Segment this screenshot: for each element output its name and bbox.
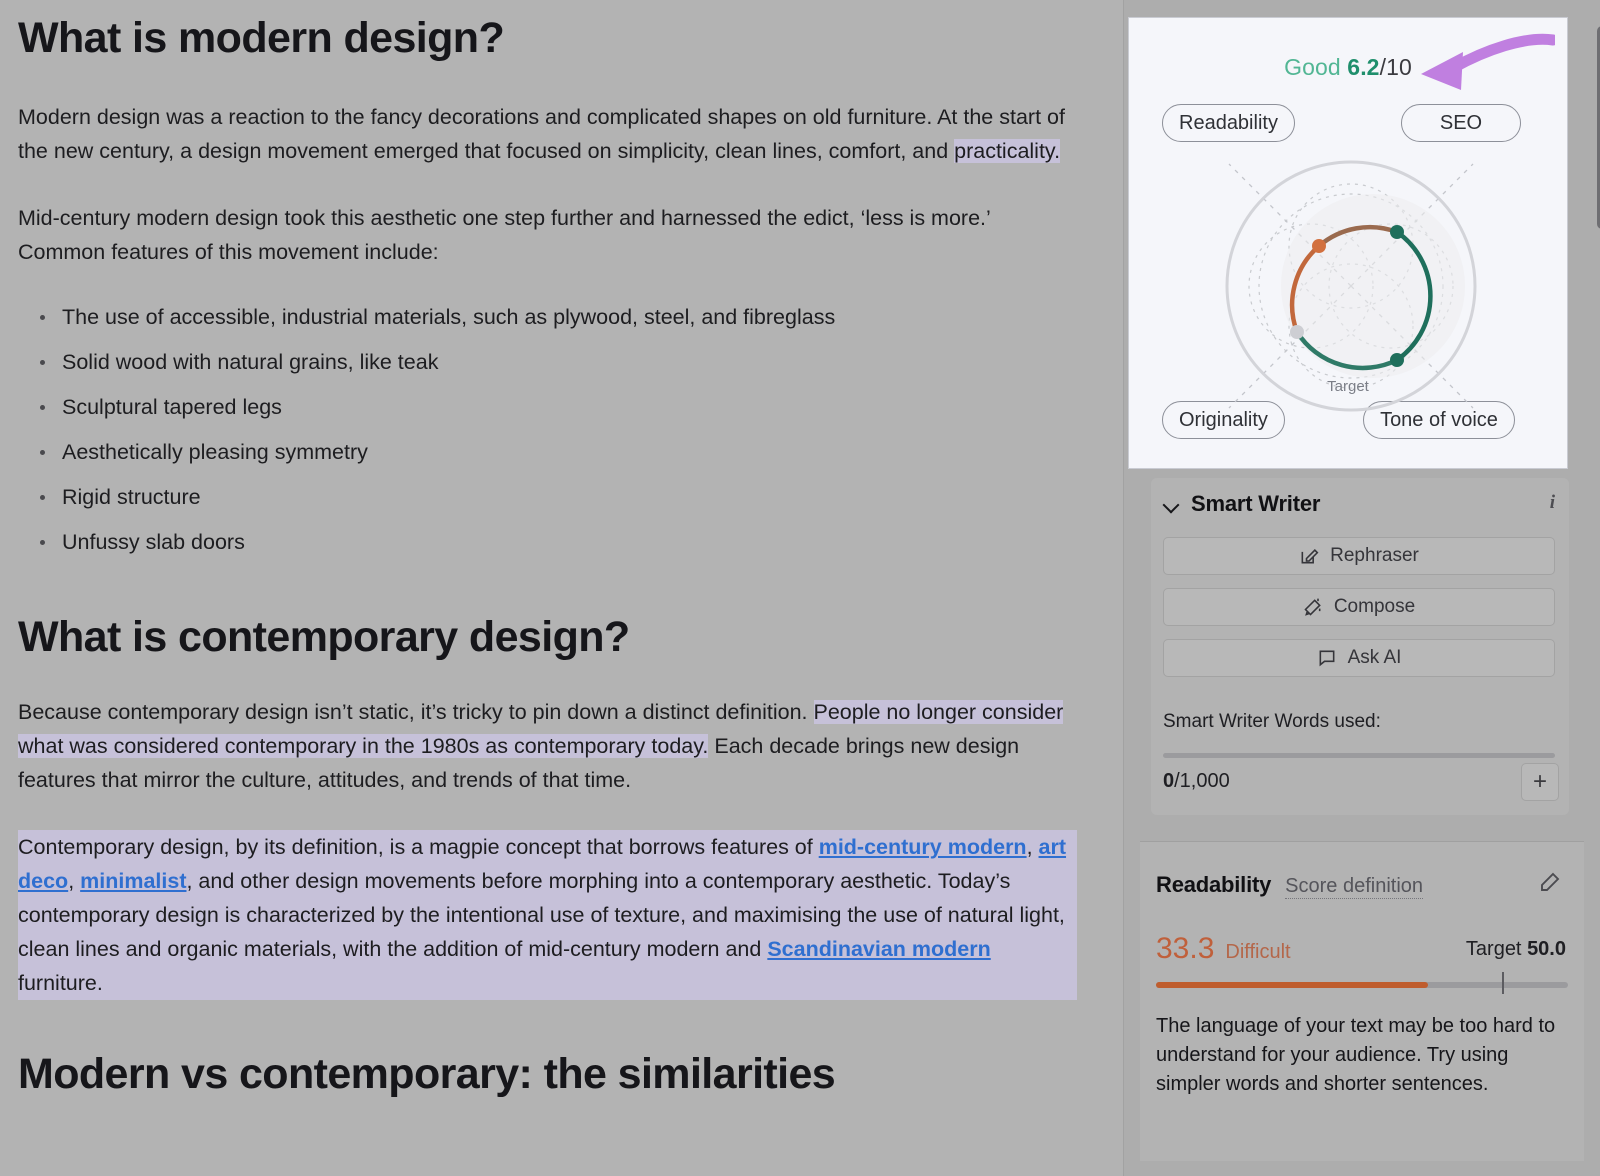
words-used-progress (1163, 753, 1555, 758)
smart-writer-title: Smart Writer (1191, 491, 1321, 516)
readability-panel: Readability Score definition 33.3 Diffic… (1140, 841, 1584, 1161)
add-words-button[interactable]: + (1521, 763, 1559, 801)
rephraser-button[interactable]: Rephraser (1163, 537, 1555, 575)
readability-progress-fill (1156, 982, 1428, 988)
content-score-card: Good 6.2/10 Readability SEO Originality … (1128, 17, 1600, 469)
magic-wand-icon (1304, 598, 1321, 616)
words-used-label: Smart Writer Words used: (1163, 711, 1381, 732)
readability-target-prefix: Target (1465, 938, 1528, 960)
smart-writer-panel: Smart Writer i Rephraser Compose Ask AI … (1151, 478, 1569, 815)
link-scandinavian-modern[interactable]: Scandinavian modern (767, 937, 990, 961)
pencil-square-icon (1301, 549, 1319, 564)
paragraph-modern-intro: Modern design was a reaction to the fanc… (18, 100, 1077, 168)
readability-score-value: 33.3 (1156, 932, 1215, 965)
list-item: Rigid structure (18, 482, 1077, 512)
readability-score-label: Difficult (1225, 941, 1291, 963)
readability-progress-track (1156, 972, 1568, 994)
words-used-total: /1,000 (1174, 770, 1230, 792)
list-item: Unfussy slab doors (18, 527, 1077, 557)
chat-bubble-icon (1319, 650, 1335, 667)
list-item: Aesthetically pleasing symmetry (18, 437, 1077, 467)
paragraph-midcentury: Mid-century modern design took this aest… (18, 206, 990, 265)
paragraph-contemporary-definition: Contemporary design, by its definition, … (18, 830, 1077, 1001)
readability-header: Readability Score definition (1156, 872, 1424, 899)
words-used-current: 0 (1163, 770, 1175, 792)
info-icon[interactable]: i (1550, 492, 1555, 514)
paragraph-text: Because contemporary design isn’t static… (18, 700, 814, 725)
score-quality-label: Good (1284, 54, 1341, 80)
paragraph-text: , (68, 869, 81, 894)
readability-title: Readability (1156, 872, 1272, 897)
rephraser-label: Rephraser (1330, 545, 1419, 566)
link-minimalist[interactable]: minimalist (80, 869, 186, 893)
document-editor-pane[interactable]: What is modern design? Modern design was… (0, 0, 1124, 1176)
section-heading-similarities: Modern vs contemporary: the similarities (18, 1050, 836, 1099)
score-definition-link[interactable]: Score definition (1285, 875, 1424, 899)
paragraph-text: furniture. (18, 971, 103, 996)
list-item: Solid wood with natural grains, like tea… (18, 347, 1077, 377)
paragraph-text: , (1026, 835, 1039, 860)
paragraph-contemporary-intro: Because contemporary design isn’t static… (18, 695, 1077, 797)
paragraph-text: Contemporary design, by its definition, … (18, 835, 819, 860)
compose-button[interactable]: Compose (1163, 588, 1555, 626)
section-heading-contemporary: What is contemporary design? (18, 613, 630, 662)
highlighted-text: practicality. (954, 139, 1061, 164)
paragraph-text: Modern design was a reaction to the fanc… (18, 105, 1065, 164)
readability-message: The language of your text may be too har… (1156, 1015, 1556, 1095)
radar-point-seo (1390, 225, 1404, 239)
document-body[interactable]: What is modern design? Modern design was… (0, 0, 1123, 1098)
radar-filled-area (1281, 194, 1465, 378)
annotation-arrow-icon (1421, 33, 1555, 90)
app-root: What is modern design? Modern design was… (0, 0, 1600, 1176)
sidebar-pane: Good 6.2/10 Readability SEO Originality … (1124, 0, 1600, 1176)
page-title: What is modern design? (18, 14, 505, 62)
readability-score-group: 33.3 Difficult (1156, 932, 1291, 966)
score-value: 6.2 (1347, 54, 1380, 80)
link-mid-century-modern[interactable]: mid-century modern (819, 835, 1027, 859)
readability-target-value: 50.0 (1527, 938, 1566, 960)
words-used-count: 0/1,000 (1163, 770, 1230, 793)
radar-point-tone-of-voice (1390, 353, 1404, 367)
ask-ai-button[interactable]: Ask AI (1163, 639, 1555, 677)
readability-target-marker (1502, 972, 1504, 994)
chevron-down-icon[interactable] (1163, 496, 1180, 513)
compose-label: Compose (1333, 596, 1416, 617)
list-item: The use of accessible, industrial materi… (18, 302, 1077, 332)
smart-writer-header[interactable]: Smart Writer (1163, 491, 1320, 517)
ask-ai-label: Ask AI (1347, 647, 1402, 668)
modern-features-list: The use of accessible, industrial materi… (18, 302, 1077, 557)
list-item: Sculptural tapered legs (18, 392, 1077, 422)
radar-target-label: Target (1327, 378, 1369, 395)
radar-point-readability (1312, 239, 1326, 253)
pencil-icon[interactable] (1538, 870, 1562, 894)
radar-point-originality (1290, 325, 1304, 339)
readability-target: Target 50.0 (1466, 938, 1566, 961)
